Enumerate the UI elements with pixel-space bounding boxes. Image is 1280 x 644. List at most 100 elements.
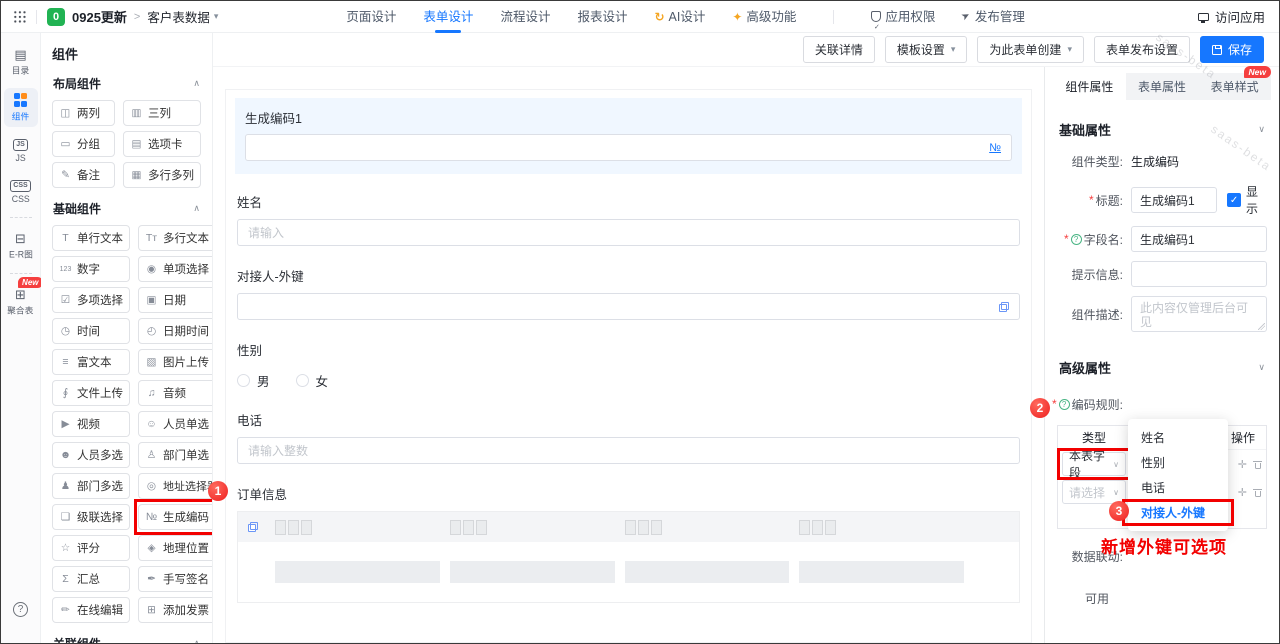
component-item[interactable]: ⊞添加发票 (138, 597, 213, 623)
component-item[interactable]: ▤选项卡 (123, 131, 201, 157)
component-item[interactable]: ♫音频 (138, 380, 213, 406)
tab-ai-design[interactable]: ↻AI设计 (654, 1, 705, 33)
trash-icon[interactable] (1253, 459, 1262, 469)
section-basic-props[interactable]: 基础属性 ∨ (1059, 120, 1265, 139)
component-item-generate-code[interactable]: №生成编码 (138, 504, 213, 530)
field-name[interactable]: 姓名 请输入 (237, 192, 1020, 246)
dropdown-option[interactable]: 姓名 (1128, 425, 1228, 450)
radio-male[interactable]: 男 (237, 371, 270, 390)
tab-publish-manage[interactable]: ➤发布管理 (962, 1, 1024, 33)
component-item[interactable]: ♟部门多选 (52, 473, 130, 499)
generate-code-input[interactable]: № (245, 134, 1012, 161)
tab-page-design[interactable]: 页面设计 (346, 1, 396, 33)
tab-form-props[interactable]: 表单属性 (1126, 73, 1199, 100)
gender-radio-group: 男 女 (237, 371, 1020, 390)
field-phone[interactable]: 电话 请输入整数 (237, 410, 1020, 464)
tab-advanced-features[interactable]: ✦高级功能 (732, 1, 796, 33)
field-gender[interactable]: 性别 男 女 (237, 340, 1020, 390)
save-button[interactable]: 保存 (1200, 36, 1264, 63)
section-related-components[interactable]: 关联组件 ∧ (53, 635, 200, 643)
component-item[interactable]: ♙部门单选 (138, 442, 213, 468)
app-name[interactable]: 0925更新 (72, 7, 127, 26)
form-design-area[interactable]: 生成编码1 № 姓名 请输入 对接人-外键 性别 (225, 89, 1032, 643)
question-circle-icon[interactable]: ? (1059, 399, 1070, 410)
section-basic-components[interactable]: 基础组件 ∧ (53, 200, 200, 217)
help-icon[interactable]: ? (13, 602, 28, 617)
component-item[interactable]: ▶视频 (52, 411, 130, 437)
title-input[interactable]: 生成编码1 (1131, 187, 1217, 213)
component-item[interactable]: ▣日期 (138, 287, 213, 313)
order-sub-table[interactable] (237, 511, 1020, 603)
sidebar-item-css[interactable]: CSS CSS (4, 175, 38, 209)
section-advanced-props[interactable]: 高级属性 ∨ (1059, 358, 1265, 377)
type-select[interactable]: 本表字段∨ (1062, 452, 1126, 476)
relation-detail-button[interactable]: 关联详情 (803, 36, 875, 63)
name-input[interactable]: 请输入 (237, 219, 1020, 246)
tab-component-props[interactable]: 组件属性 (1053, 73, 1126, 100)
tab-form-design[interactable]: 表单设计 (423, 1, 473, 33)
component-item[interactable]: ◫两列 (52, 100, 115, 126)
component-item[interactable]: ▥三列 (123, 100, 201, 126)
component-item[interactable]: ✏在线编辑 (52, 597, 130, 623)
component-item[interactable]: ☻人员多选 (52, 442, 130, 468)
component-item[interactable]: ❏级联选择 (52, 504, 130, 530)
collapse-icon[interactable]: ∨ (1258, 124, 1265, 135)
phone-input[interactable]: 请输入整数 (237, 437, 1020, 464)
component-item[interactable]: ◎地址选择器 (138, 473, 213, 499)
field-name-input[interactable]: 生成编码1 (1131, 226, 1267, 252)
field-generate-code-selected[interactable]: 生成编码1 № (235, 98, 1022, 174)
tab-app-permission[interactable]: 应用权限 (871, 1, 935, 33)
collapse-icon[interactable]: ∧ (193, 78, 200, 89)
component-item[interactable]: ☺人员单选 (138, 411, 213, 437)
description-textarea[interactable]: 此内容仅管理后台可见 (1131, 296, 1267, 332)
component-item[interactable]: ▧图片上传 (138, 349, 213, 375)
tip-input[interactable] (1131, 261, 1267, 287)
tab-report-design[interactable]: 报表设计 (577, 1, 627, 33)
dropdown-option[interactable]: 性别 (1128, 450, 1228, 475)
contact-input[interactable] (237, 293, 1020, 320)
visit-app-button[interactable]: 访问应用 (1198, 7, 1265, 26)
app-grid-icon[interactable] (13, 10, 26, 23)
move-icon[interactable]: ✛ (1238, 458, 1247, 471)
field-order-info[interactable]: 订单信息 (237, 484, 1020, 603)
dropdown-option[interactable]: 电话 (1128, 475, 1228, 500)
component-item[interactable]: T单行文本 (52, 225, 130, 251)
dropdown-option-foreign-key[interactable]: 对接人-外键 (1128, 500, 1228, 525)
radio-female[interactable]: 女 (296, 371, 329, 390)
form-publish-settings-button[interactable]: 表单发布设置 (1094, 36, 1190, 63)
component-item[interactable]: 123数字 (52, 256, 130, 282)
component-item[interactable]: Tт多行文本 (138, 225, 213, 251)
create-for-form-button[interactable]: 为此表单创建▾ (977, 36, 1084, 63)
component-item[interactable]: ✒手写签名 (138, 566, 213, 592)
tab-flow-design[interactable]: 流程设计 (500, 1, 550, 33)
collapse-icon[interactable]: ∧ (193, 203, 200, 214)
sidebar-item-js[interactable]: JS JS (4, 134, 38, 168)
template-settings-button[interactable]: 模板设置▾ (885, 36, 968, 63)
component-item[interactable]: ☆评分 (52, 535, 130, 561)
component-item[interactable]: ▭分组 (52, 131, 115, 157)
component-item[interactable]: ◉单项选择 (138, 256, 213, 282)
show-checkbox[interactable]: ✓ (1227, 193, 1241, 207)
component-item[interactable]: ◈地理位置 (138, 535, 213, 561)
component-item[interactable]: ◴日期时间 (138, 318, 213, 344)
field-contact-foreign-key[interactable]: 对接人-外键 (237, 266, 1020, 320)
section-layout-components[interactable]: 布局组件 ∧ (53, 75, 200, 92)
component-item[interactable]: ◷时间 (52, 318, 130, 344)
sidebar-item-er-diagram[interactable]: ⊟ E-R图 (4, 227, 38, 265)
collapse-icon[interactable]: ∨ (1258, 362, 1265, 373)
component-item[interactable]: ∮文件上传 (52, 380, 130, 406)
move-icon[interactable]: ✛ (1238, 486, 1247, 499)
collapse-icon[interactable]: ∧ (193, 638, 200, 643)
sidebar-item-catalog[interactable]: ▤ 目录 (4, 43, 38, 81)
component-item[interactable]: ▦多行多列 (123, 162, 201, 188)
component-item[interactable]: ≡富文本 (52, 349, 130, 375)
question-circle-icon[interactable]: ? (1071, 234, 1082, 245)
breadcrumb-page-name[interactable]: 客户表数据 (147, 7, 210, 26)
trash-icon[interactable] (1253, 487, 1262, 497)
component-item[interactable]: ☑多项选择 (52, 287, 130, 313)
sidebar-item-components[interactable]: 组件 (4, 88, 38, 127)
sidebar-item-aggregate-table[interactable]: New ⊞ 聚合表 (4, 283, 38, 321)
component-item[interactable]: Σ汇总 (52, 566, 130, 592)
chevron-down-icon[interactable]: ▾ (214, 11, 219, 22)
component-item[interactable]: ✎备注 (52, 162, 115, 188)
